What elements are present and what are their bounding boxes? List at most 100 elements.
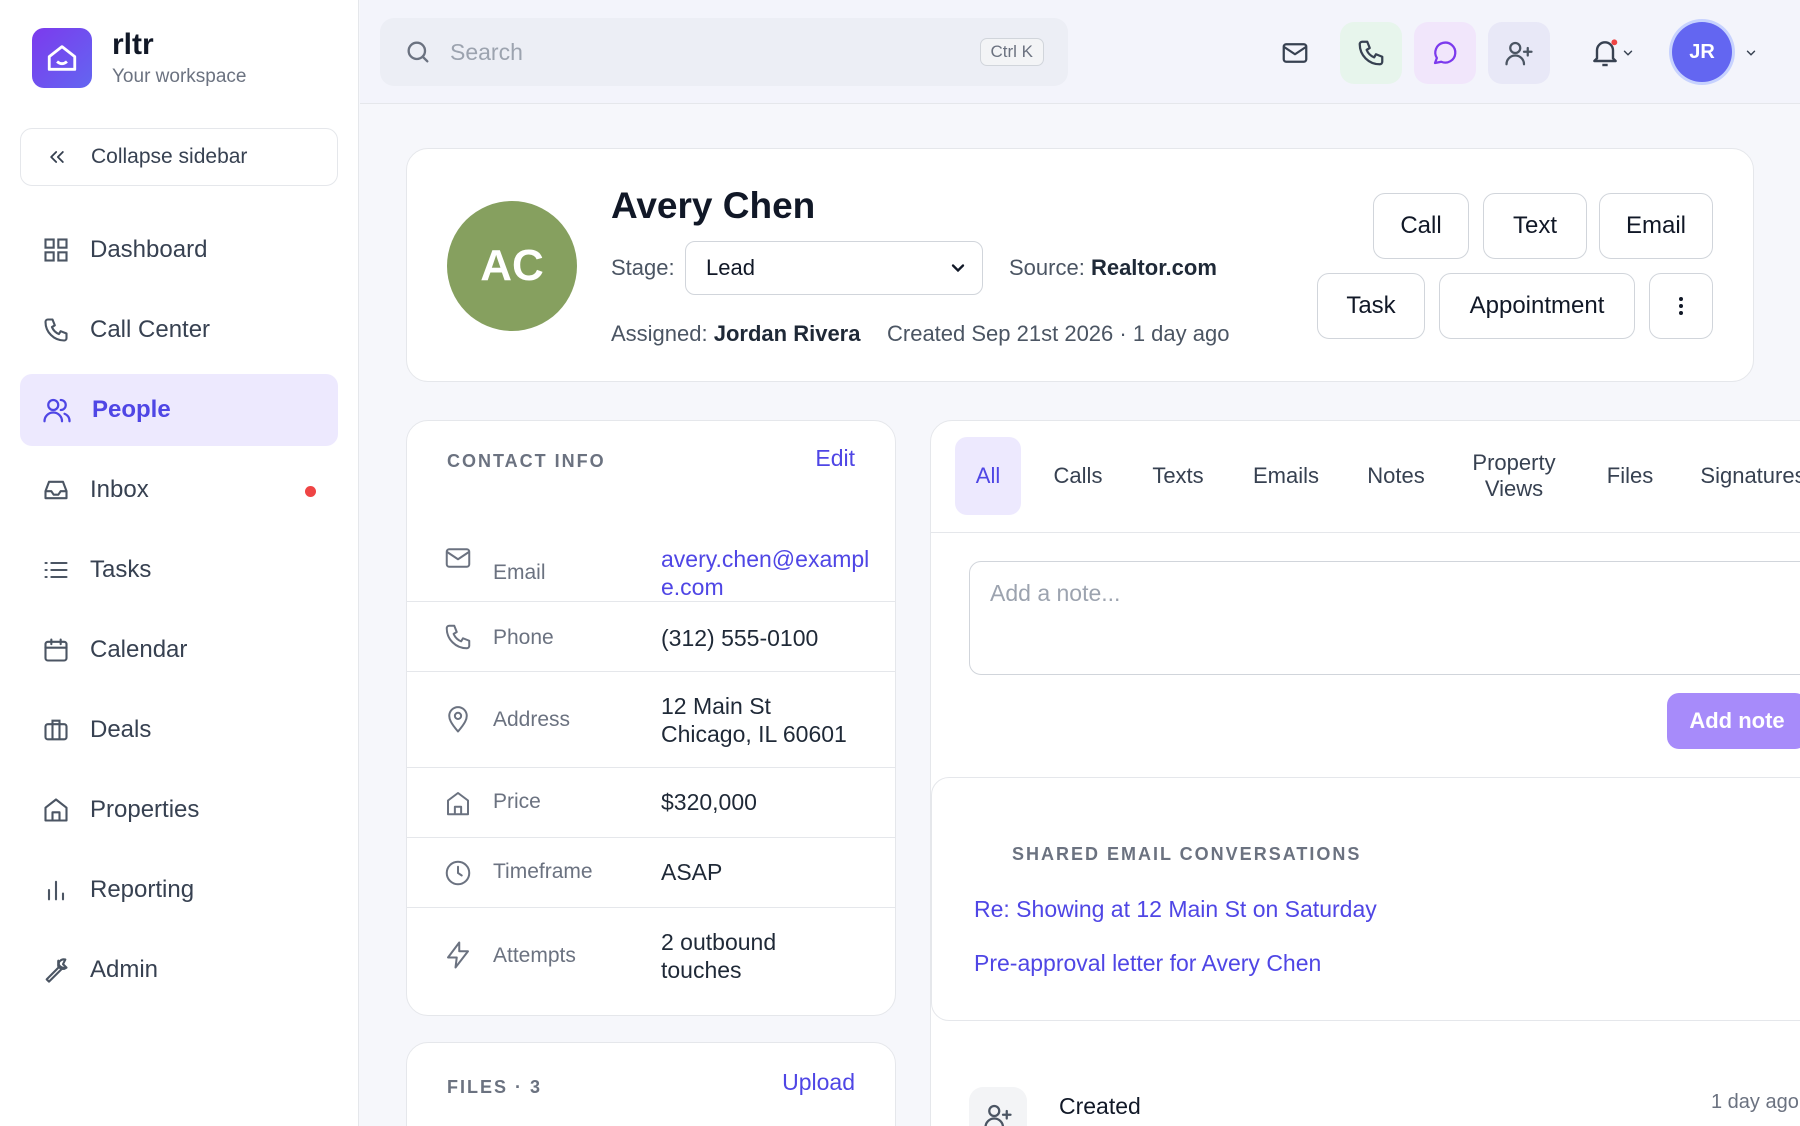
search-shortcut: Ctrl K	[979, 38, 1044, 66]
map-pin-icon	[443, 704, 473, 734]
collapse-sidebar-label: Collapse sidebar	[91, 145, 248, 168]
chevron-down-icon	[948, 258, 968, 278]
more-actions-button[interactable]	[1649, 273, 1713, 339]
user-plus-icon	[969, 1087, 1027, 1126]
sidebar-item-properties[interactable]: Properties	[20, 774, 338, 846]
search-bar[interactable]: Ctrl K	[380, 18, 1068, 86]
contact-label: Price	[493, 790, 541, 813]
sidebar-nav: Dashboard Call Center People Inbox Tasks…	[20, 214, 338, 1014]
assigned-field: Assigned: Jordan Rivera	[611, 321, 860, 347]
chevron-down-icon	[1621, 46, 1635, 60]
collapse-sidebar-button[interactable]: Collapse sidebar	[20, 128, 338, 186]
files-card: FILES · 3 Upload	[406, 1042, 896, 1126]
contact-label: Address	[493, 708, 571, 731]
call-button[interactable]: Call	[1373, 193, 1469, 259]
event-time: 1 day ago	[1711, 1091, 1799, 1113]
calendar-icon	[42, 636, 70, 664]
search-input[interactable]	[450, 38, 930, 66]
contact-address-value: 12 Main St Chicago, IL 60601	[661, 693, 847, 747]
wrench-icon	[42, 956, 70, 984]
email-button[interactable]	[1264, 22, 1326, 84]
users-icon	[42, 395, 72, 425]
grid-icon	[42, 236, 70, 264]
home-icon	[42, 796, 70, 824]
search-icon	[404, 38, 432, 66]
user-plus-icon	[1504, 38, 1534, 68]
inbox-unread-badge	[305, 486, 316, 497]
sidebar-item-label: Tasks	[90, 556, 152, 583]
tab-files[interactable]: Files	[1585, 437, 1675, 515]
bell-icon	[1589, 37, 1621, 69]
phone-icon	[443, 622, 473, 652]
sidebar-item-inbox[interactable]: Inbox	[20, 454, 338, 526]
contact-row-email: Email avery.chen@example.com	[407, 517, 895, 601]
tab-notes[interactable]: Notes	[1347, 437, 1445, 515]
sidebar-item-label: Reporting	[90, 876, 195, 903]
text-button[interactable]: Text	[1483, 193, 1587, 259]
tab-property-views[interactable]: Property Views	[1453, 437, 1575, 515]
briefcase-icon	[42, 716, 70, 744]
contact-label: Attempts	[493, 944, 576, 967]
sidebar-item-label: Properties	[90, 796, 200, 823]
contact-attempts-value: 2 outbound touches	[661, 929, 777, 983]
tab-texts[interactable]: Texts	[1131, 437, 1225, 515]
phone-icon	[1356, 38, 1386, 68]
note-input[interactable]	[969, 561, 1800, 675]
contact-phone-value[interactable]: (312) 555-0100	[661, 624, 871, 652]
contact-price-value: $320,000	[661, 789, 757, 815]
add-note-button[interactable]: Add note	[1667, 693, 1800, 749]
stage-select[interactable]: Lead	[685, 241, 983, 295]
contact-row-timeframe: Timeframe ASAP	[407, 837, 895, 907]
stage-value: Lead	[706, 255, 755, 280]
sidebar-item-calendar[interactable]: Calendar	[20, 614, 338, 686]
lightning-icon	[443, 940, 473, 970]
app-name: rltr	[112, 28, 154, 61]
sidebar-item-people[interactable]: People	[20, 374, 338, 446]
upload-link[interactable]: Upload	[782, 1069, 855, 1096]
sidebar-item-label: Inbox	[90, 476, 149, 503]
house-logo-icon	[32, 28, 92, 88]
chat-button[interactable]	[1414, 22, 1476, 84]
sidebar-item-dashboard[interactable]: Dashboard	[20, 214, 338, 286]
shared-email-link[interactable]: Pre-approval letter for Avery Chen	[974, 950, 1321, 977]
assigned-agent: Jordan Rivera	[713, 321, 861, 346]
tab-all[interactable]: All	[955, 437, 1021, 515]
files-title: FILES · 3	[447, 1077, 543, 1097]
contact-email-link[interactable]: avery.chen@example.com	[661, 545, 871, 601]
inbox-icon	[42, 476, 70, 504]
edit-contact-link[interactable]: Edit	[815, 445, 855, 472]
chevron-down-icon[interactable]	[1744, 46, 1758, 60]
person-header-card: AC Avery Chen Stage: Lead Source: Realto…	[406, 148, 1754, 382]
sidebar-item-label: People	[92, 396, 171, 423]
shared-email-title: SHARED EMAIL CONVERSATIONS	[1012, 844, 1362, 864]
contact-info-title: CONTACT INFO	[447, 451, 606, 471]
task-button[interactable]: Task	[1317, 273, 1425, 339]
contact-row-address: Address 12 Main St Chicago, IL 60601	[407, 671, 895, 767]
appointment-button[interactable]: Appointment	[1439, 273, 1635, 339]
shared-email-link[interactable]: Re: Showing at 12 Main St on Saturday	[974, 896, 1377, 923]
notifications-button[interactable]	[1582, 22, 1642, 84]
list-icon	[42, 556, 70, 584]
tab-calls[interactable]: Calls	[1031, 437, 1125, 515]
contact-timeframe-value: ASAP	[661, 859, 723, 885]
tab-signatures[interactable]: Signatures	[1685, 437, 1800, 515]
sidebar-item-reporting[interactable]: Reporting	[20, 854, 338, 926]
sidebar-item-label: Call Center	[90, 316, 211, 343]
tab-emails[interactable]: Emails	[1233, 437, 1339, 515]
sidebar-item-deals[interactable]: Deals	[20, 694, 338, 766]
mail-icon	[443, 543, 473, 573]
shared-email-conversations: SHARED EMAIL CONVERSATIONS Re: Showing a…	[931, 777, 1800, 1021]
phone-button[interactable]	[1340, 22, 1402, 84]
sidebar: rltr Your workspace Collapse sidebar Das…	[0, 0, 359, 1126]
sidebar-item-call-center[interactable]: Call Center	[20, 294, 338, 366]
sidebar-item-admin[interactable]: Admin	[20, 934, 338, 1006]
event-title: Created	[1059, 1093, 1141, 1119]
brand[interactable]: rltr Your workspace	[32, 28, 246, 88]
email-action-button[interactable]: Email	[1599, 193, 1713, 259]
contact-row-attempts: Attempts 2 outbound touches	[407, 907, 895, 1015]
contact-info-card: CONTACT INFO Edit Email avery.chen@examp…	[406, 420, 896, 1016]
more-vertical-icon	[1669, 294, 1693, 318]
user-avatar[interactable]: JR	[1672, 22, 1732, 82]
add-person-button[interactable]	[1488, 22, 1550, 84]
sidebar-item-tasks[interactable]: Tasks	[20, 534, 338, 606]
